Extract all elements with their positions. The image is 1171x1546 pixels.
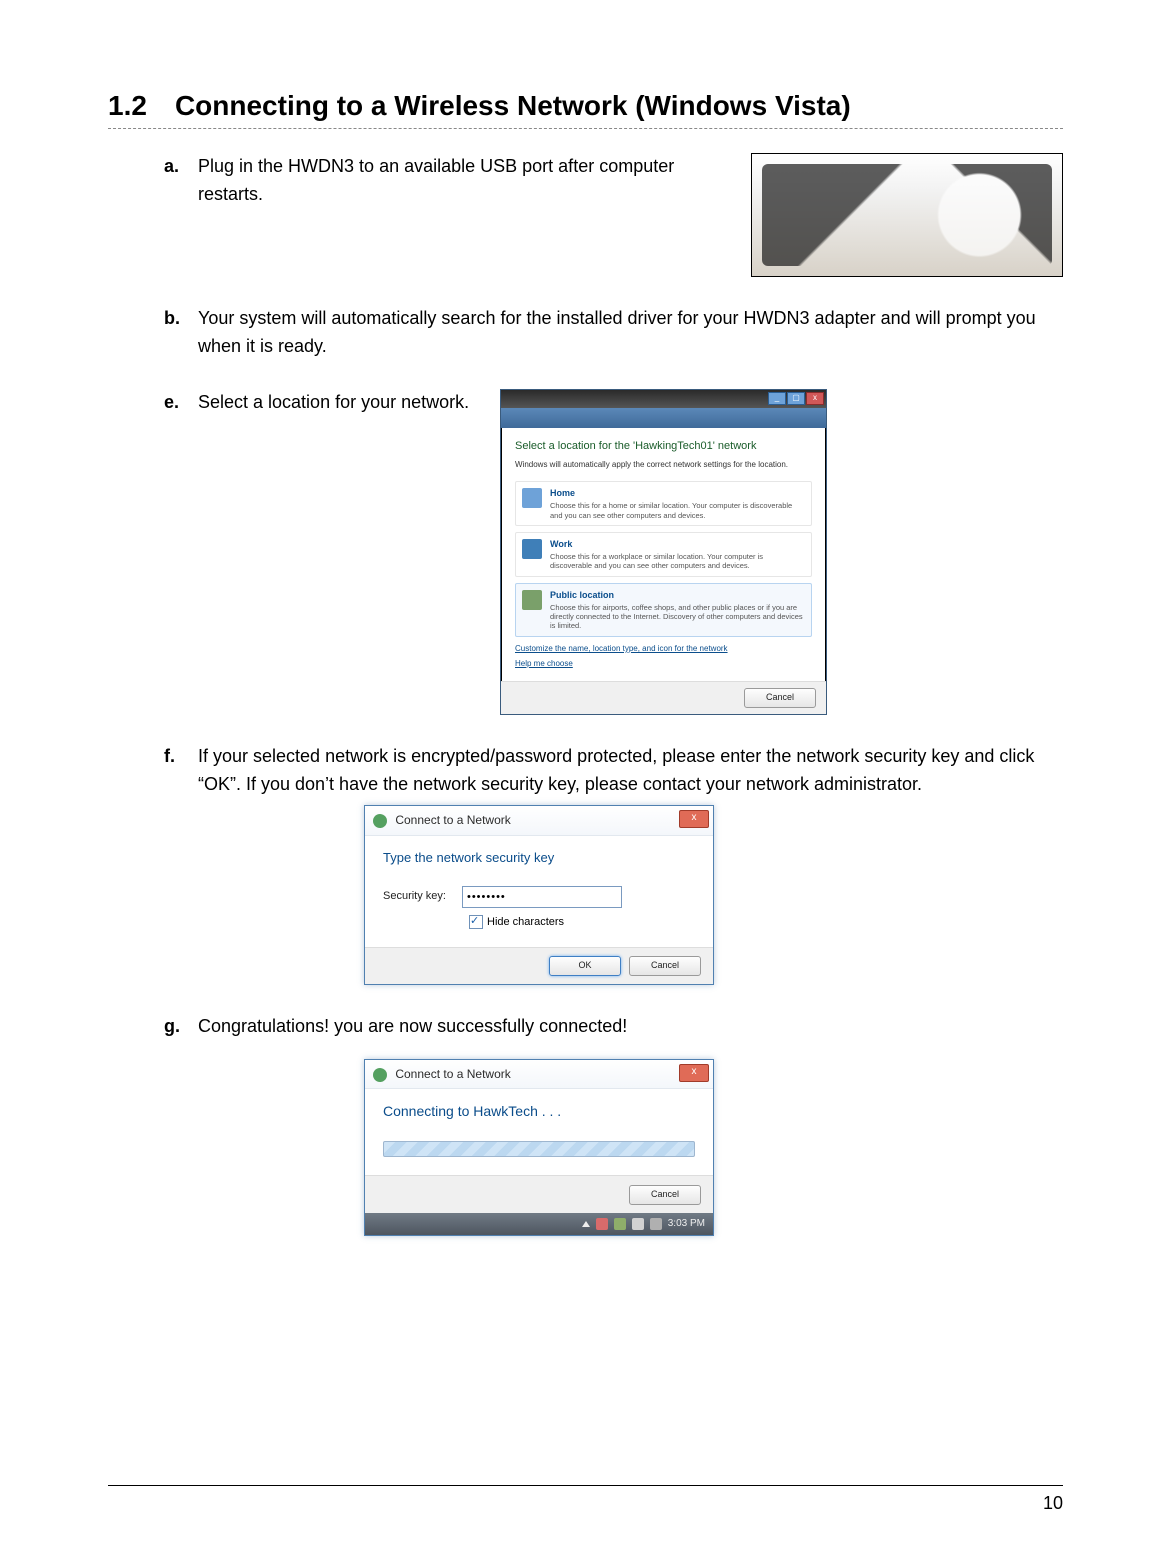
tray-icon[interactable]: [596, 1218, 608, 1230]
location-work-desc: Choose this for a workplace or similar l…: [550, 552, 805, 571]
ok-button[interactable]: OK: [549, 956, 621, 976]
tray-clock: 3:03 PM: [668, 1216, 705, 1232]
tray-volume-icon[interactable]: [650, 1218, 662, 1230]
connecting-status-text: Connecting to HawkTech . . .: [383, 1101, 695, 1123]
location-work-title: Work: [550, 538, 805, 552]
footer-rule: [108, 1485, 1063, 1486]
step-a-text: Plug in the HWDN3 to an available USB po…: [198, 153, 735, 209]
window-titlebar: _ ▢ x: [501, 390, 826, 408]
step-e-label: e.: [164, 389, 198, 417]
hide-characters-checkbox[interactable]: [469, 915, 483, 929]
minimize-button[interactable]: _: [768, 392, 786, 405]
public-icon: [522, 590, 542, 610]
tray-expand-icon[interactable]: [582, 1221, 590, 1227]
step-g-text: Congratulations! you are now successfull…: [198, 1013, 1063, 1041]
location-cancel-button[interactable]: Cancel: [744, 688, 816, 708]
close-icon[interactable]: x: [679, 1064, 709, 1082]
tray-icon[interactable]: [614, 1218, 626, 1230]
page-number: 10: [1043, 1493, 1063, 1514]
wifi-icon: [373, 1068, 387, 1082]
location-heading: Select a location for the 'HawkingTech01…: [515, 438, 812, 455]
location-public-desc: Choose this for airports, coffee shops, …: [550, 603, 805, 631]
home-icon: [522, 488, 542, 508]
location-home-title: Home: [550, 487, 805, 501]
step-f-text: If your selected network is encrypted/pa…: [198, 743, 1063, 799]
heading-number: 1.2: [108, 90, 147, 122]
connecting-cancel-button[interactable]: Cancel: [629, 1185, 701, 1205]
step-e-text: Select a location for your network.: [198, 389, 484, 417]
tray-network-icon[interactable]: [632, 1218, 644, 1230]
step-b-label: b.: [164, 305, 198, 333]
window-breadcrumb: [501, 408, 826, 428]
security-dialog-titlebar: Connect to a Network x: [365, 806, 713, 836]
connecting-progress-bar: [383, 1141, 695, 1157]
security-key-input[interactable]: [462, 886, 622, 908]
step-a-label: a.: [164, 153, 198, 181]
step-g-label: g.: [164, 1013, 198, 1041]
close-button[interactable]: x: [806, 392, 824, 405]
maximize-button[interactable]: ▢: [787, 392, 805, 405]
figure-usb-plugin: [751, 153, 1063, 277]
figure-security-key-dialog: Connect to a Network x Type the network …: [364, 805, 714, 985]
location-public-title: Public location: [550, 589, 805, 603]
security-dialog-heading: Type the network security key: [383, 848, 695, 868]
connecting-dialog-title: Connect to a Network: [395, 1067, 510, 1081]
location-subtitle: Windows will automatically apply the cor…: [515, 459, 812, 471]
step-b-text: Your system will automatically search fo…: [198, 305, 1063, 361]
help-me-choose-link[interactable]: Help me choose: [515, 658, 812, 670]
figure-select-location-window: _ ▢ x Select a location for the 'Hawking…: [500, 389, 827, 716]
hide-characters-label: Hide characters: [487, 914, 564, 931]
location-option-home[interactable]: Home Choose this for a home or similar l…: [515, 481, 812, 526]
customize-network-link[interactable]: Customize the name, location type, and i…: [515, 643, 812, 655]
heading-text: Connecting to a Wireless Network (Window…: [175, 90, 851, 122]
system-tray: 3:03 PM: [365, 1213, 713, 1235]
security-key-label: Security key:: [383, 888, 446, 905]
location-home-desc: Choose this for a home or similar locati…: [550, 501, 805, 520]
wifi-icon: [373, 814, 387, 828]
figure-connecting-dialog: Connect to a Network x Connecting to Haw…: [364, 1059, 714, 1236]
work-icon: [522, 539, 542, 559]
section-heading: 1.2 Connecting to a Wireless Network (Wi…: [108, 90, 1063, 129]
cancel-button[interactable]: Cancel: [629, 956, 701, 976]
security-dialog-title: Connect to a Network: [395, 813, 510, 827]
connecting-dialog-titlebar: Connect to a Network x: [365, 1060, 713, 1090]
step-f-label: f.: [164, 743, 198, 771]
location-option-work[interactable]: Work Choose this for a workplace or simi…: [515, 532, 812, 577]
location-option-public[interactable]: Public location Choose this for airports…: [515, 583, 812, 637]
close-icon[interactable]: x: [679, 810, 709, 828]
